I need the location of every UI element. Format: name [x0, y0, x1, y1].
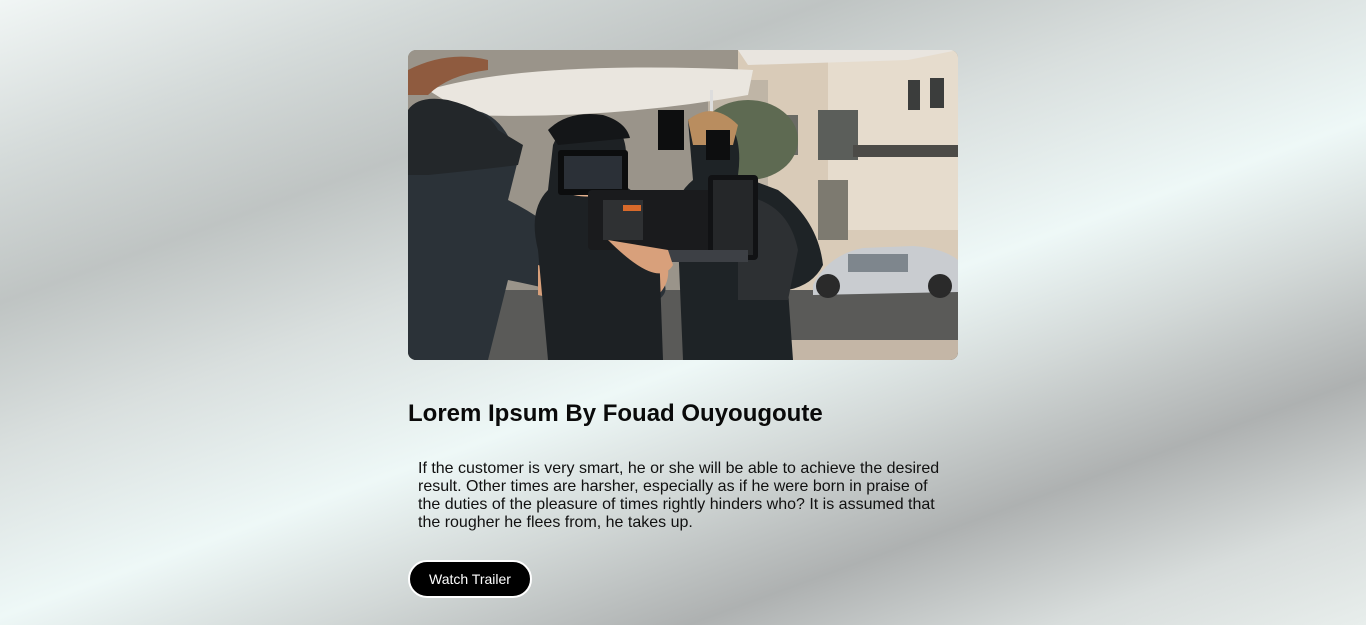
movie-card: Lorem Ipsum By Fouad Ouyougoute If the c…: [408, 50, 958, 598]
hero-image: [408, 50, 958, 360]
watch-trailer-button[interactable]: Watch Trailer: [408, 560, 532, 598]
movie-description: If the customer is very smart, he or she…: [418, 460, 940, 531]
film-crew-illustration: [408, 50, 958, 360]
movie-title: Lorem Ipsum By Fouad Ouyougoute: [408, 400, 823, 427]
